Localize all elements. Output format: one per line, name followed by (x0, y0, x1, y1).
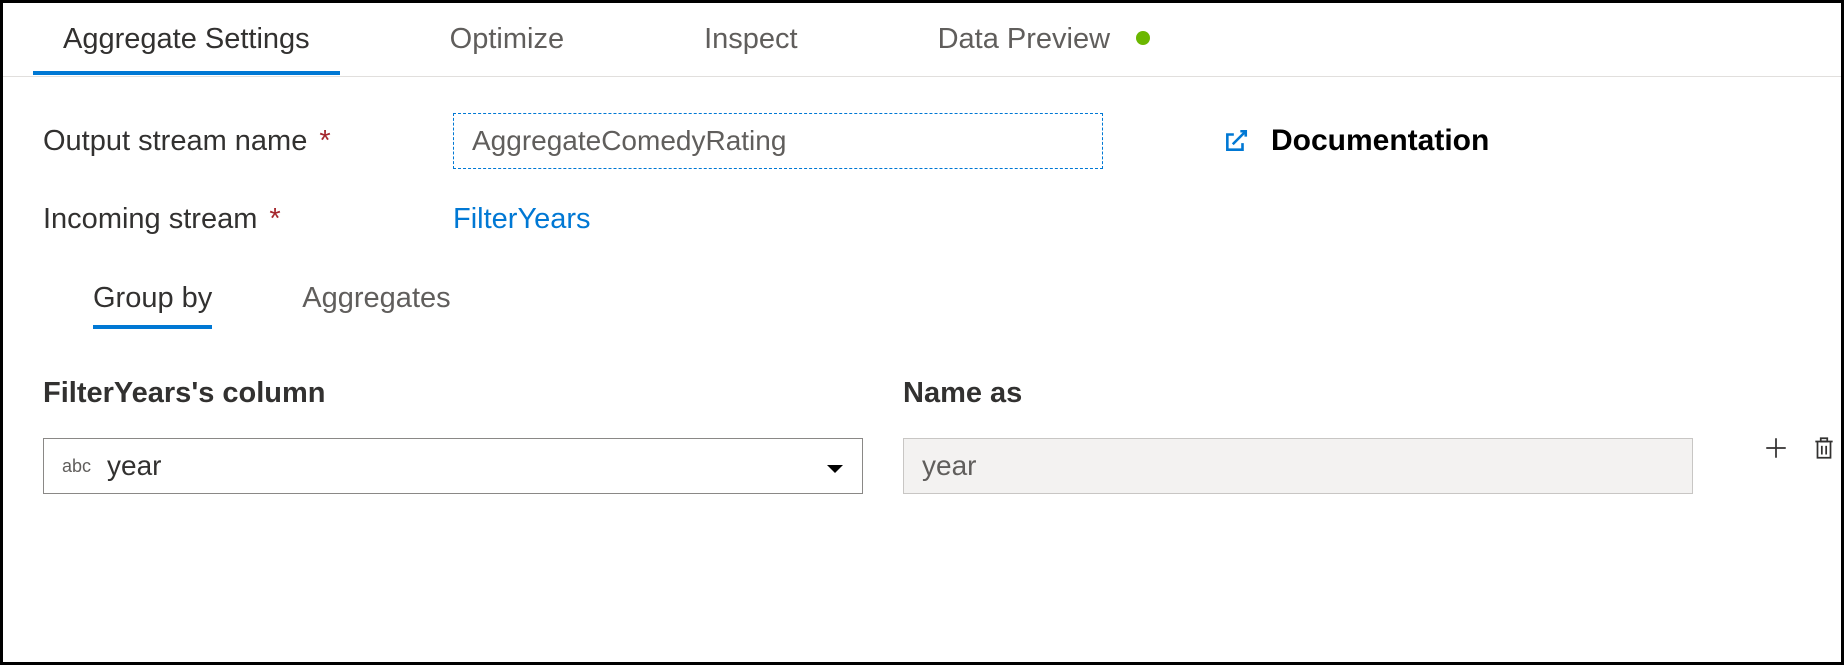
required-asterisk-icon: * (319, 125, 330, 157)
settings-content: Output stream name * Documentation Incom… (3, 77, 1841, 530)
status-dot-icon (1136, 31, 1150, 45)
output-stream-row: Output stream name * Documentation (43, 113, 1801, 169)
add-row-button[interactable] (1763, 435, 1789, 461)
name-as-header: Name as (903, 377, 1723, 410)
output-stream-label: Output stream name * (43, 125, 453, 158)
sub-tabs: Group by Aggregates (93, 270, 1801, 327)
type-badge: abc (62, 456, 91, 477)
subtab-group-by[interactable]: Group by (93, 270, 212, 327)
main-tabs: Aggregate Settings Optimize Inspect Data… (3, 3, 1841, 77)
incoming-stream-label: Incoming stream * (43, 203, 453, 236)
incoming-stream-value[interactable]: FilterYears (453, 203, 591, 236)
documentation-link[interactable]: Documentation (1223, 124, 1489, 158)
column-dropdown-value: year (107, 450, 161, 482)
group-by-columns: FilterYears's column abc year Name as ye… (43, 377, 1801, 494)
chevron-down-icon (826, 450, 844, 482)
required-asterisk-icon: * (269, 203, 280, 235)
delete-row-button[interactable] (1811, 435, 1837, 461)
name-as-block: Name as year (903, 377, 1723, 494)
row-actions (1763, 435, 1837, 461)
column-header: FilterYears's column (43, 377, 863, 410)
external-link-icon (1223, 128, 1249, 154)
documentation-link-label: Documentation (1271, 124, 1489, 158)
column-dropdown[interactable]: abc year (43, 438, 863, 494)
incoming-stream-row: Incoming stream * FilterYears (43, 203, 1801, 236)
output-stream-label-text: Output stream name (43, 125, 307, 157)
subtab-aggregates[interactable]: Aggregates (302, 270, 450, 327)
name-as-input[interactable]: year (903, 438, 1693, 494)
tab-inspect[interactable]: Inspect (674, 5, 828, 74)
tab-data-preview-label: Data Preview (938, 23, 1110, 55)
tab-aggregate-settings[interactable]: Aggregate Settings (33, 5, 340, 74)
tab-data-preview[interactable]: Data Preview (908, 5, 1181, 74)
output-stream-input[interactable] (453, 113, 1103, 169)
column-selector-block: FilterYears's column abc year (43, 377, 863, 494)
incoming-stream-label-text: Incoming stream (43, 203, 257, 235)
tab-optimize[interactable]: Optimize (420, 5, 594, 74)
